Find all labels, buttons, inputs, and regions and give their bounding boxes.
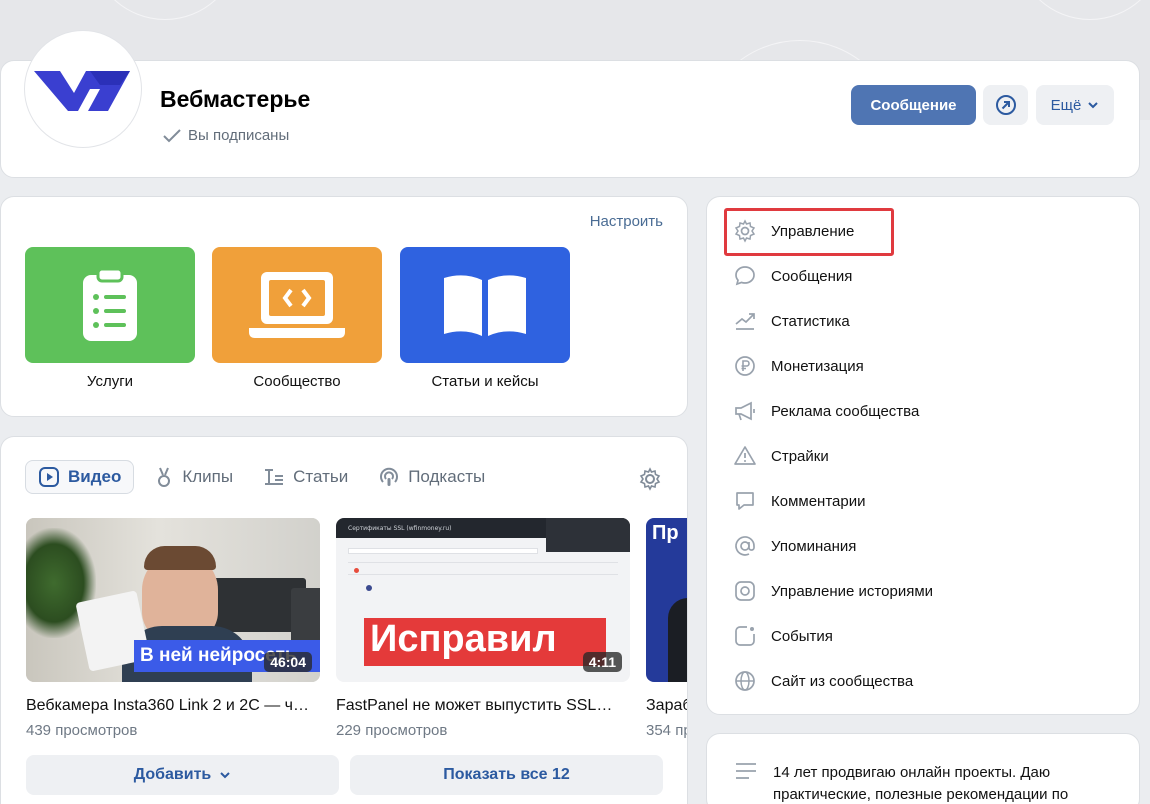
video-thumbnail[interactable]: В ней нейросеть 46:04 [26, 518, 320, 682]
video-overlay-text: Пр [652, 522, 679, 544]
tab-podcasts[interactable]: Подкасты [368, 460, 495, 494]
tab-clips-label: Клипы [182, 467, 234, 486]
comment-icon [736, 492, 754, 510]
menu-item-label: Комментарии [771, 492, 866, 510]
tab-articles[interactable]: Статьи [253, 460, 358, 494]
media-tabs: Видео Клипы Статьи Подкасты [25, 460, 505, 494]
tab-podcasts-label: Подкасты [408, 467, 486, 486]
stories-icon [735, 581, 755, 601]
tab-video-label: Видео [68, 467, 122, 486]
event-icon [735, 626, 755, 646]
community-title: Вебмастерье [160, 86, 311, 112]
warning-triangle-icon [734, 446, 756, 465]
menu-item-label: Монетизация [771, 357, 864, 375]
video-views: 229 просмотров [336, 722, 448, 739]
tile-community-label: Сообщество [253, 373, 341, 390]
menu-item-stories[interactable]: Управление историями [733, 577, 933, 605]
about-text: 14 лет продвигаю онлайн проекты. Даю пра… [773, 764, 1069, 803]
menu-item-label: Сообщения [771, 267, 853, 285]
menu-item-mentions[interactable]: Упоминания [733, 532, 856, 560]
clips-icon [158, 467, 171, 487]
share-arrow-icon [995, 95, 1016, 115]
tab-video[interactable]: Видео [25, 460, 135, 494]
menu-item-comments[interactable]: Комментарии [733, 487, 865, 515]
menu-item-label: Управление историями [771, 582, 934, 600]
management-highlight-frame [724, 208, 894, 256]
menu-item-label: Упоминания [771, 537, 857, 555]
tile-services-label: Услуги [86, 373, 134, 390]
menu-item-events[interactable]: События [733, 622, 833, 650]
menu-item-label: Статистика [771, 312, 850, 330]
menu-item-strikes[interactable]: Страйки [733, 442, 829, 470]
share-button[interactable] [983, 85, 1028, 125]
video-overlay-text: Исправил [370, 618, 557, 660]
media-block: Видео Клипы Статьи Подкасты В ней нейрос… [0, 436, 688, 804]
clipboard-list-icon [83, 267, 137, 341]
at-sign-icon [735, 536, 755, 556]
ruble-coin-icon [735, 356, 755, 376]
management-menu: Управление Сообщения Статистика Монетиза… [706, 196, 1140, 715]
menu-item-messages[interactable]: Сообщения [733, 262, 852, 290]
subscription-status[interactable]: Вы подписаны [162, 127, 289, 144]
thumb-screen-heading: Сертификаты SSL (wfinmoney.ru) [348, 525, 452, 532]
video-duration: 46:04 [264, 652, 312, 672]
podcasts-icon [380, 467, 399, 486]
menu-item-statistics[interactable]: Статистика [733, 307, 850, 335]
tile-services[interactable] [25, 247, 195, 363]
add-video-button[interactable]: Добавить [26, 755, 339, 795]
video-title[interactable]: FastPanel не может выпустить SSL… [336, 697, 632, 715]
video-title[interactable]: Вебкамера Insta360 Link 2 и 2C — ч… [26, 697, 322, 715]
subscription-status-label: Вы подписаны [188, 127, 290, 144]
articles-icon [265, 469, 284, 485]
more-button[interactable]: Ещё [1036, 85, 1114, 125]
tile-articles-label: Статьи и кейсы [431, 373, 539, 390]
webmasterie-logo-icon [34, 71, 130, 111]
show-all-videos-button[interactable]: Показать все 12 [350, 755, 663, 795]
video-views: 439 просмотров [26, 722, 138, 739]
description-lines-icon [736, 763, 756, 779]
menu-item-website[interactable]: Сайт из сообщества [733, 667, 913, 695]
configure-link[interactable]: Настроить [590, 213, 663, 230]
menu-item-label: Сайт из сообщества [771, 672, 914, 690]
video-title[interactable]: Зараб [646, 697, 687, 715]
tile-community[interactable] [212, 247, 382, 363]
menu-item-label: Реклама сообщества [771, 402, 920, 420]
video-icon [39, 467, 59, 487]
menu-item-label: Страйки [771, 447, 829, 465]
more-button-label: Ещё [1050, 96, 1082, 114]
chat-bubble-icon [735, 266, 755, 286]
globe-icon [735, 671, 755, 691]
megaphone-icon [735, 401, 755, 421]
community-avatar[interactable] [24, 30, 142, 148]
media-settings-gear-icon[interactable] [638, 467, 662, 491]
video-thumbnail[interactable]: Сертификаты SSL (wfinmoney.ru) Исправил … [336, 518, 630, 682]
menu-item-label: События [771, 627, 833, 645]
menu-item-ads[interactable]: Реклама сообщества [733, 397, 919, 425]
chart-trend-icon [735, 313, 755, 330]
video-thumbnail[interactable]: Пр [646, 518, 687, 682]
video-views: 354 пр [646, 722, 688, 739]
checkmark-icon [163, 128, 181, 142]
video-duration: 4:11 [582, 652, 622, 672]
about-block: 14 лет продвигаю онлайн проекты. Даю пра… [706, 733, 1140, 804]
chevron-down-icon [1088, 102, 1099, 109]
laptop-code-icon [249, 272, 345, 338]
tile-articles[interactable] [400, 247, 570, 363]
links-block: Настроить Услуги Сообщество Статьи и кей… [0, 196, 688, 417]
message-button[interactable]: Сообщение [851, 85, 976, 125]
chevron-down-icon [220, 772, 230, 779]
add-video-button-label: Добавить [133, 766, 212, 783]
tab-articles-label: Статьи [293, 467, 349, 486]
open-book-icon [444, 275, 526, 336]
menu-item-monetization[interactable]: Монетизация [733, 352, 864, 380]
tab-clips[interactable]: Клипы [144, 460, 243, 494]
